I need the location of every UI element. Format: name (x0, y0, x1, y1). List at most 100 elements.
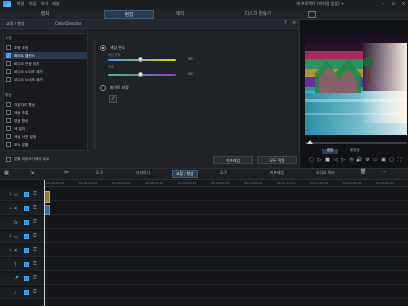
tab-edit[interactable]: 편집 (104, 10, 154, 19)
checkbox[interactable] (6, 142, 11, 147)
lock-icon[interactable]: ⚿ (33, 219, 37, 225)
display-icon[interactable]: ▭ (372, 157, 379, 164)
list-item[interactable]: 가장자리 향상 (4, 101, 87, 108)
more-icon[interactable]: ⋯ (382, 170, 387, 175)
panel-splitter[interactable] (93, 40, 96, 150)
preview-mode-clip[interactable]: 클립 (322, 148, 338, 154)
snapshot-icon[interactable]: ▣ (380, 157, 387, 164)
track-lane[interactable] (44, 287, 408, 299)
timeline-playhead[interactable] (44, 180, 45, 306)
checkbox[interactable] (6, 110, 11, 115)
scrubber-handle-icon[interactable] (307, 140, 313, 144)
list-item[interactable]: 조명 조정 (4, 44, 87, 51)
list-item[interactable]: 색상 사전 설정 (4, 133, 87, 140)
track-enable-checkbox[interactable] (24, 290, 29, 295)
timeline-view-icon[interactable]: ▦ (4, 171, 9, 176)
settings-icon[interactable]: ⚙ (364, 157, 371, 164)
eyedropper-icon[interactable]: ⁄ (109, 95, 117, 103)
stop-icon[interactable]: ■ (324, 157, 331, 164)
list-item[interactable]: 포스 분할 (4, 141, 87, 148)
checkbox[interactable] (6, 102, 11, 107)
lock-icon[interactable]: ⚿ (33, 289, 37, 295)
lock-icon[interactable]: ⚿ (33, 191, 37, 197)
step-back-icon[interactable]: ◁ (332, 157, 339, 164)
track-lane[interactable] (44, 273, 408, 285)
checkbox[interactable] (6, 61, 11, 66)
add-media-icon[interactable]: ⇲ (30, 171, 34, 176)
split-compare-checkbox[interactable] (6, 157, 11, 162)
maximize-icon[interactable]: ▫ (390, 1, 397, 7)
track-enable-checkbox[interactable] (24, 234, 29, 239)
tool-fix-enhance[interactable]: 교정 / 향상 (172, 170, 198, 178)
track-enable-checkbox[interactable] (24, 206, 29, 211)
track-lane[interactable] (44, 189, 408, 201)
list-item[interactable]: 영상 향상 (4, 117, 87, 124)
checkbox[interactable] (6, 126, 11, 131)
lock-icon[interactable]: ⚿ (33, 261, 37, 267)
split-icon[interactable]: ✂ (64, 170, 69, 176)
list-item[interactable]: 오디오 노이즈 제거 (4, 76, 87, 83)
undock-icon[interactable]: ▢ (388, 157, 395, 164)
lock-icon[interactable]: ⚿ (33, 205, 37, 211)
tool-audio-mixer[interactable]: 오디오 믹서 (316, 171, 335, 175)
track-lane[interactable] (44, 245, 408, 257)
track-enable-checkbox[interactable] (24, 192, 29, 197)
menu-play[interactable]: 재생 (52, 2, 59, 6)
tool-designer[interactable]: 디자이너 (136, 171, 150, 175)
lock-icon[interactable]: ⚿ (33, 247, 37, 253)
menu-view[interactable]: 보기 (41, 2, 48, 6)
list-item[interactable]: 비디오 노이즈 제거 (4, 68, 87, 75)
preview-mode-movie[interactable]: 동영상 (350, 148, 360, 153)
track-enable-checkbox[interactable] (24, 276, 29, 281)
checkbox-checked[interactable] (6, 53, 11, 58)
color-temp-thumb[interactable] (138, 57, 143, 62)
close-icon[interactable]: × (292, 21, 296, 26)
step-forward-icon[interactable]: ▷ (340, 157, 347, 164)
track-enable-checkbox[interactable] (24, 248, 29, 253)
menu-edit[interactable]: 편집 (29, 2, 36, 6)
tab-colordirector[interactable]: ColorDirector (55, 22, 82, 26)
notification-icon[interactable] (308, 11, 316, 18)
checkbox[interactable] (6, 77, 11, 82)
list-item[interactable]: 비디오 안정 장치 (4, 60, 87, 67)
list-item[interactable]: 색상 조절 (4, 109, 87, 116)
ruler-tick: 00:06:40:13 (178, 181, 197, 185)
window-close-icon[interactable]: × (400, 1, 407, 7)
track-lane[interactable] (44, 259, 408, 271)
track-lane[interactable] (44, 231, 408, 243)
tool-tools[interactable]: 도구 (96, 171, 103, 175)
tab-capture[interactable]: 캡처 (28, 10, 62, 19)
track-lane[interactable] (44, 217, 408, 229)
clock-icon[interactable]: ◷ (348, 157, 355, 164)
tab-fix-enhance[interactable]: 교정 / 향상 (6, 22, 25, 26)
checkbox[interactable] (6, 118, 11, 123)
tool-keyframe[interactable]: 키프레임 (270, 171, 284, 175)
minimize-icon[interactable]: – (380, 1, 387, 7)
tool-other[interactable]: 도구 (220, 171, 227, 175)
checkbox[interactable] (6, 45, 11, 50)
help-icon[interactable]: ? (284, 21, 287, 26)
tab-disc[interactable]: 디스크 만들기 (230, 10, 286, 19)
trash-icon[interactable]: 🗑 (360, 170, 366, 175)
apply-all-button[interactable]: 모두 적용 (257, 156, 297, 164)
list-item[interactable]: 색 일치 (4, 125, 87, 132)
track-enable-checkbox[interactable] (24, 262, 29, 267)
lock-icon[interactable]: ⚿ (33, 233, 37, 239)
tab-produce[interactable]: 제작 (160, 10, 200, 19)
checkbox[interactable] (6, 69, 11, 74)
list-item-selected[interactable]: 화이트 밸런스 (4, 52, 87, 59)
preview-stop-icon[interactable]: ▢ (308, 157, 315, 164)
track-enable-checkbox[interactable] (24, 220, 29, 225)
menu-file[interactable]: 파일 (17, 2, 24, 6)
preview-scrubber[interactable] (305, 142, 407, 144)
white-calibration-radio[interactable] (100, 85, 106, 91)
tint-thumb[interactable] (138, 72, 143, 77)
play-icon[interactable]: ▷ (316, 157, 323, 164)
checkbox[interactable] (6, 134, 11, 139)
color-temp-radio[interactable] (100, 45, 106, 51)
track-lane[interactable] (44, 203, 408, 215)
keyframe-button[interactable]: 키프레임 (213, 156, 253, 164)
lock-icon[interactable]: ⚿ (33, 275, 37, 281)
volume-icon[interactable]: 🔊 (356, 157, 363, 164)
fullscreen-icon[interactable]: ⛶ (396, 157, 403, 164)
